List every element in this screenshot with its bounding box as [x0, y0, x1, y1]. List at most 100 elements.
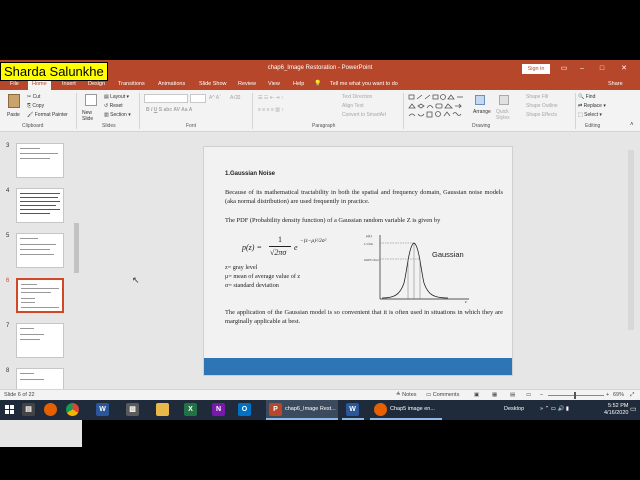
text-direction-button[interactable]: Text Direction	[342, 94, 372, 100]
font-style-buttons[interactable]: B I U S abc AV Aa A	[146, 107, 192, 113]
zoom-level[interactable]: 69%	[613, 392, 624, 398]
ribbon-display-icon[interactable]: ▭	[558, 63, 570, 75]
tab-slide-show[interactable]: Slide Show	[195, 78, 231, 90]
word-task-icon[interactable]: W	[346, 403, 359, 416]
slide-canvas[interactable]: 1.Gaussian Noise Because of its mathemat…	[203, 146, 513, 376]
file-explorer-icon[interactable]: ▤	[22, 403, 35, 416]
select-button[interactable]: ⬚ Select ▾	[578, 112, 602, 118]
replace-label: Replace	[583, 103, 602, 109]
quick-styles-icon[interactable]	[499, 95, 509, 105]
zoom-in-icon[interactable]: +	[606, 392, 609, 398]
shape-fill-button[interactable]: Shape Fill	[526, 94, 548, 100]
slide-heading: 1.Gaussian Noise	[225, 171, 276, 177]
slide-thumbnail[interactable]	[16, 188, 64, 223]
tab-review[interactable]: Review	[234, 78, 260, 90]
reset-button[interactable]: ↺ Reset	[104, 103, 123, 109]
collapse-ribbon-icon[interactable]: ˄	[630, 122, 634, 128]
reading-view-icon[interactable]: ▤	[510, 392, 515, 398]
align-text-button[interactable]: Align Text	[342, 103, 364, 109]
font-family-dropdown[interactable]	[144, 94, 188, 103]
share-button[interactable]: Share	[608, 81, 623, 87]
start-button-icon[interactable]	[5, 405, 15, 415]
folder-icon[interactable]	[156, 403, 169, 416]
sign-in-button[interactable]: Sign in	[522, 64, 550, 74]
layout-button[interactable]: ▤ Layout ▾	[104, 94, 129, 100]
photos-icon[interactable]: ▧	[126, 403, 139, 416]
outlook-icon[interactable]: O	[238, 403, 251, 416]
word-icon[interactable]: W	[96, 403, 109, 416]
find-button[interactable]: 🔍 Find	[578, 94, 595, 100]
replace-button[interactable]: ⇄ Replace ▾	[578, 103, 606, 109]
shapes-gallery[interactable]	[408, 94, 470, 120]
tray-icons[interactable]: » ⌃ ▭ 🔊 ▮	[540, 406, 569, 412]
chrome-icon[interactable]	[66, 403, 79, 416]
clear-format-icon[interactable]: A⌫	[230, 95, 240, 101]
arrange-icon[interactable]	[475, 95, 485, 105]
comments-button[interactable]: ▭ Comments	[426, 392, 459, 398]
slide-thumbnail-selected[interactable]	[16, 278, 64, 313]
cut-button[interactable]: ✂ Cut	[27, 94, 40, 100]
graph-y-mid-label: 0.607/√2πσ	[364, 258, 379, 262]
clock-date[interactable]: 4/16/2020	[604, 410, 628, 416]
font-size-controls[interactable]: A^ Aˇ	[209, 95, 221, 101]
minimize-icon[interactable]: –	[576, 63, 588, 75]
presenter-name-overlay: Sharda Salunkhe	[0, 62, 108, 81]
new-slide-icon[interactable]	[85, 94, 97, 106]
slide-paragraph-3: The application of the Gaussian model is…	[225, 309, 503, 325]
smartart-button[interactable]: Convert to SmartArt	[342, 112, 386, 118]
alignment-icons[interactable]: ≡ ≡ ≡ ≡ ▥ ↕	[258, 107, 284, 113]
thumbnail-number: 3	[6, 143, 10, 149]
zoom-out-icon[interactable]: –	[540, 392, 543, 398]
slideshow-icon[interactable]: ▭	[526, 392, 531, 398]
cut-label: Cut	[32, 94, 41, 100]
graph-y-peak-label: 1/√2πσ	[364, 242, 373, 246]
shape-effects-button[interactable]: Shape Effects	[526, 112, 557, 118]
paste-button[interactable]: Paste	[7, 112, 20, 118]
format-painter-label: Format Painter	[34, 112, 68, 118]
arrange-button[interactable]: Arrange	[473, 109, 491, 115]
tab-help[interactable]: Help	[289, 78, 308, 90]
formula-lhs: p(z) =	[242, 243, 262, 252]
copy-button[interactable]: ⎘ Copy	[27, 103, 44, 109]
paste-icon[interactable]	[8, 94, 20, 108]
font-size-dropdown[interactable]	[190, 94, 206, 103]
slide-scrollbar[interactable]	[628, 150, 634, 330]
zoom-slider-thumb[interactable]	[574, 392, 576, 399]
onenote-icon[interactable]: N	[212, 403, 225, 416]
bullets-icons[interactable]: ☰ ☷ ⇤ ⇥ ↕	[258, 95, 283, 101]
thumbnail-scrollbar[interactable]	[74, 223, 79, 273]
format-painter-button[interactable]: 🖌 Format Painter	[27, 112, 68, 118]
tab-animations[interactable]: Animations	[154, 78, 189, 90]
excel-icon[interactable]: X	[184, 403, 197, 416]
reset-label: Reset	[109, 103, 123, 109]
tell-me-search[interactable]: Tell me what you want to do	[326, 78, 402, 90]
thumbnail-number: 4	[6, 188, 10, 194]
normal-view-icon[interactable]: ▣	[474, 392, 479, 398]
notes-button[interactable]: ≙ Notes	[396, 392, 417, 398]
mouse-cursor-icon: ↖	[132, 275, 140, 285]
slide-counter: Slide 6 of 22	[4, 392, 35, 398]
close-icon[interactable]: ✕	[618, 63, 630, 75]
slide-paragraph-1: Because of its mathematical tractability…	[225, 189, 503, 205]
zoom-slider[interactable]	[548, 395, 604, 396]
new-slide-button[interactable]: New Slide	[82, 110, 102, 122]
firefox-icon[interactable]	[44, 403, 57, 416]
thumbnail-number: 8	[6, 368, 10, 374]
tab-transitions[interactable]: Transitions	[114, 78, 149, 90]
chrome-task-icon[interactable]	[374, 403, 387, 416]
select-label: Select	[584, 112, 599, 118]
section-button[interactable]: ▥ Section ▾	[104, 112, 131, 118]
slide-thumbnail[interactable]	[16, 143, 64, 178]
fit-slide-icon[interactable]: ⤢	[630, 392, 634, 399]
maximize-icon[interactable]: □	[596, 63, 608, 75]
chrome-task-label[interactable]: Chap5 image en...	[390, 406, 435, 412]
tab-view[interactable]: View	[264, 78, 284, 90]
slide-thumbnail[interactable]	[16, 323, 64, 358]
desktop-toolbar[interactable]: Desktop	[504, 406, 524, 412]
notifications-icon[interactable]: ▭	[630, 405, 637, 413]
slide-thumbnail[interactable]	[16, 233, 64, 268]
slide-sorter-icon[interactable]: ▦	[492, 392, 497, 398]
clock-time[interactable]: 5:52 PM	[608, 403, 628, 409]
shape-outline-button[interactable]: Shape Outline	[526, 103, 558, 109]
quick-styles-button[interactable]: Quick Styles	[496, 109, 516, 121]
